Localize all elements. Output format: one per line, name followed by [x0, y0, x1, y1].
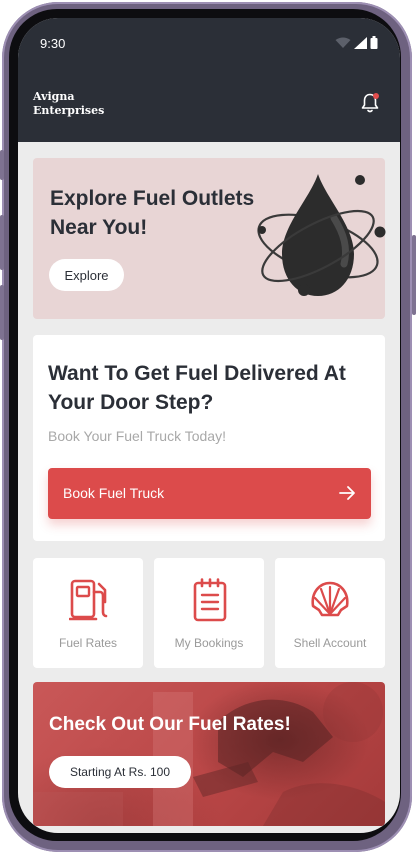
tile-my-bookings-label: My Bookings [174, 636, 244, 650]
fuel-nozzle-photo [33, 682, 385, 826]
brand-name-line2: Enterprises [33, 104, 105, 117]
book-fuel-truck-label: Book Fuel Truck [63, 485, 165, 501]
bell-icon[interactable] [358, 91, 382, 115]
fuel-pump-icon [69, 579, 108, 621]
explore-outlets-card: Explore Fuel Outlets Near You! Explore [33, 158, 386, 319]
shell-icon [311, 581, 349, 617]
clipboard-icon [193, 578, 227, 622]
status-bar: 9:30 [18, 18, 400, 68]
app-header: Avigna Enterprises [18, 68, 400, 142]
fuel-delivery-card: Want To Get Fuel Delivered At Your Door … [33, 335, 385, 541]
tile-my-bookings[interactable]: My Bookings [154, 558, 264, 668]
oil-drop-illustration [257, 174, 386, 296]
wifi-icon [335, 37, 351, 48]
rates-banner-title: Check Out Our Fuel Rates! [49, 714, 291, 735]
tile-shell-account-label: Shell Account [293, 636, 367, 650]
brand-name-line1: Avigna [33, 90, 75, 103]
notification-badge [373, 93, 379, 99]
delivery-subtitle: Book Your Fuel Truck Today! [48, 428, 226, 444]
tile-shell-account[interactable]: Shell Account [275, 558, 385, 668]
book-fuel-truck-button[interactable]: Book Fuel Truck [48, 468, 371, 519]
tile-fuel-rates-label: Fuel Rates [58, 636, 118, 650]
battery-icon [370, 36, 378, 49]
status-icons [335, 36, 378, 49]
arrow-right-icon [339, 486, 355, 500]
signal-icon [354, 37, 367, 49]
app-screen: 9:30 Avigna Enterprises Explore Fuel Out… [18, 18, 400, 833]
brand-name: Avigna Enterprises [33, 90, 153, 118]
delivery-title: Want To Get Fuel Delivered At Your Door … [48, 362, 346, 414]
starting-price-button[interactable]: Starting At Rs. 100 [49, 756, 191, 788]
phone-volume-up-button [0, 215, 4, 270]
explore-title: Explore Fuel Outlets Near You! [50, 187, 255, 239]
phone-volume-down-button [0, 285, 4, 340]
fuel-rates-banner[interactable]: Check Out Our Fuel Rates! Starting At Rs… [33, 682, 385, 826]
status-time: 9:30 [40, 36, 66, 51]
tile-fuel-rates[interactable]: Fuel Rates [33, 558, 143, 668]
phone-action-button [0, 150, 4, 180]
phone-power-button [412, 235, 416, 315]
explore-button[interactable]: Explore [49, 259, 124, 291]
